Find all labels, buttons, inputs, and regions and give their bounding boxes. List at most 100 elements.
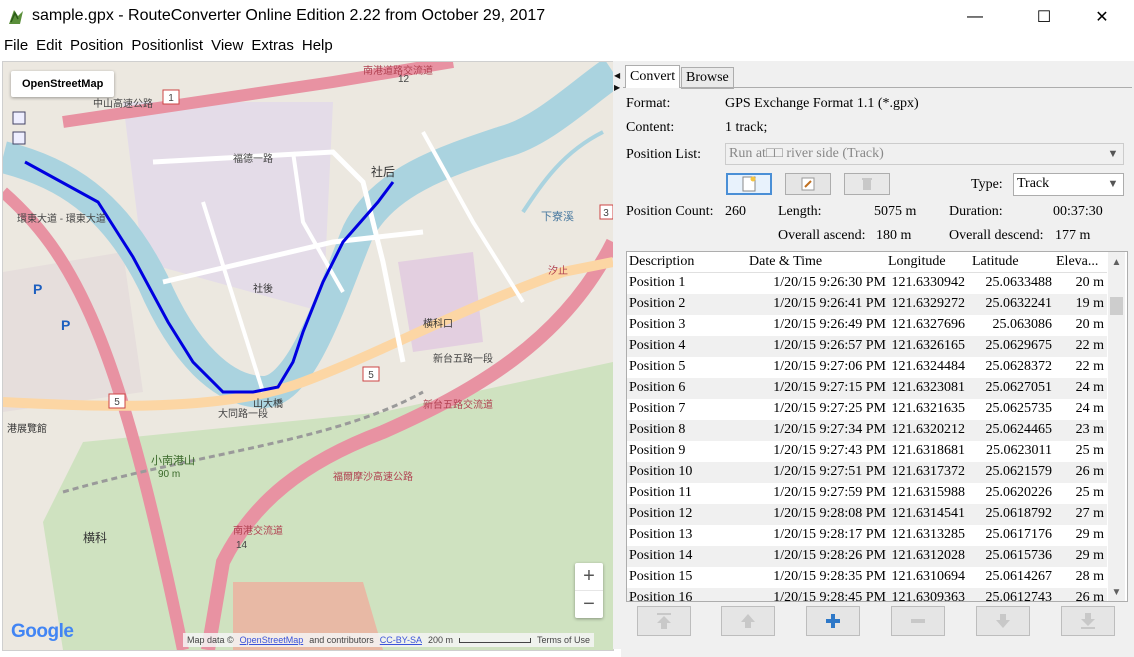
position-list-label: Position List:	[626, 147, 702, 162]
type-select[interactable]: Track ▼	[1013, 173, 1124, 196]
maximize-button[interactable]: ☐	[1021, 0, 1067, 33]
table-row[interactable]: Position 4 1/20/15 9:26:57 PM 121.6326165 2…	[627, 336, 1107, 357]
move-down-button[interactable]	[976, 606, 1030, 636]
cell-elevation: 25 m	[1075, 485, 1104, 500]
cell-longitude: 121.6313285	[891, 527, 966, 542]
minus-icon	[911, 619, 925, 623]
ascend-value: 180 m	[876, 228, 912, 243]
table-row[interactable]: Position 12 1/20/15 9:28:08 PM 121.6314541…	[627, 504, 1107, 525]
cell-elevation: 26 m	[1075, 464, 1104, 479]
cell-description: Position 14	[629, 548, 693, 563]
scroll-down-icon[interactable]: ▼	[1108, 584, 1125, 601]
cell-description: Position 6	[629, 380, 686, 395]
table-row[interactable]: Position 16 1/20/15 9:28:45 PM 121.6309363…	[627, 588, 1107, 601]
splitter-arrow-right-icon[interactable]: ▶	[614, 83, 620, 92]
terms-link[interactable]: Terms of Use	[537, 635, 590, 645]
convert-panel: Convert Browse Format: GPS Exchange Form…	[621, 61, 1134, 657]
cell-latitude: 25.0629675	[985, 338, 1053, 353]
positions-table[interactable]: Description Date & Time Longitude Latitu…	[626, 251, 1128, 602]
menu-position[interactable]: Position	[66, 35, 127, 57]
table-row[interactable]: Position 13 1/20/15 9:28:17 PM 121.6313285…	[627, 525, 1107, 546]
length-value: 5075 m	[874, 204, 917, 219]
table-row[interactable]: Position 5 1/20/15 9:27:06 PM 121.6324484 2…	[627, 357, 1107, 378]
map-label-place11: 横科口	[423, 317, 453, 330]
cell-date-time: 1/20/15 9:28:26 PM	[773, 548, 886, 563]
add-position-button[interactable]	[806, 606, 860, 636]
table-row[interactable]: Position 9 1/20/15 9:27:43 PM 121.6318681 2…	[627, 441, 1107, 462]
cell-elevation: 25 m	[1075, 443, 1104, 458]
splitter-arrow-left-icon[interactable]: ◀	[614, 71, 620, 80]
zoom-in-button[interactable]: +	[575, 563, 603, 590]
map-scale: 200 m	[427, 635, 453, 645]
column-longitude[interactable]: Longitude	[888, 254, 946, 270]
content-label: Content:	[626, 120, 675, 135]
new-position-list-button[interactable]	[726, 173, 772, 195]
column-elevation[interactable]: Eleva...	[1056, 254, 1098, 270]
cell-latitude: 25.063086	[992, 317, 1053, 332]
move-to-top-button[interactable]	[637, 606, 691, 636]
position-list-value: Run at□□ river side (Track)	[729, 146, 884, 161]
cell-description: Position 11	[629, 485, 692, 500]
license-link[interactable]: CC-BY-SA	[380, 635, 422, 645]
menu-help[interactable]: Help	[298, 35, 337, 57]
format-label: Format:	[626, 96, 671, 111]
map-canvas[interactable]: 1 5 5 3 南港道路交流道 12 環東大道 - 環東大道 中山高速公路 福德…	[3, 62, 613, 650]
map-view[interactable]: 1 5 5 3 南港道路交流道 12 環東大道 - 環東大道 中山高速公路 福德…	[2, 61, 614, 651]
move-to-bottom-button[interactable]	[1061, 606, 1115, 636]
tab-convert[interactable]: Convert	[625, 65, 681, 88]
osm-link[interactable]: OpenStreetMap	[240, 635, 304, 645]
cell-latitude: 25.0614267	[985, 569, 1053, 584]
table-row[interactable]: Position 11 1/20/15 9:27:59 PM 121.6315988…	[627, 483, 1107, 504]
menu-extras[interactable]: Extras	[247, 35, 298, 57]
menu-positionlist[interactable]: Positionlist	[127, 35, 207, 57]
map-type-button[interactable]: OpenStreetMap	[11, 71, 115, 97]
zoom-out-button[interactable]: −	[575, 590, 603, 618]
format-value: GPS Exchange Format 1.1 (*.gpx)	[725, 96, 919, 111]
table-row[interactable]: Position 7 1/20/15 9:27:25 PM 121.6321635 2…	[627, 399, 1107, 420]
scroll-up-icon[interactable]: ▲	[1108, 254, 1125, 271]
table-row[interactable]: Position 6 1/20/15 9:27:15 PM 121.6323081 2…	[627, 378, 1107, 399]
minimize-button[interactable]: —	[952, 0, 998, 33]
position-list-select[interactable]: Run at□□ river side (Track) ▼	[725, 143, 1124, 165]
column-description[interactable]: Description	[629, 254, 694, 270]
column-date-time[interactable]: Date & Time	[749, 254, 822, 270]
map-label-place9: 南港交流道	[233, 524, 283, 537]
tab-browse[interactable]: Browse	[681, 67, 734, 89]
cell-date-time: 1/20/15 9:27:06 PM	[773, 359, 886, 374]
menu-view[interactable]: View	[207, 35, 247, 57]
rename-position-list-button[interactable]	[785, 173, 831, 195]
cell-longitude: 121.6326165	[891, 338, 966, 353]
remove-position-button[interactable]	[891, 606, 945, 636]
cell-elevation: 27 m	[1075, 506, 1104, 521]
table-scrollbar[interactable]: ▲ ▼	[1108, 252, 1125, 601]
chevron-down-icon: ▼	[1107, 148, 1119, 160]
move-up-button[interactable]	[721, 606, 775, 636]
length-label: Length:	[778, 204, 822, 219]
table-row[interactable]: Position 1 1/20/15 9:26:30 PM 121.6330942 2…	[627, 273, 1107, 294]
type-value: Track	[1017, 176, 1050, 191]
close-button[interactable]: ✕	[1079, 0, 1125, 33]
title-bar: sample.gpx - RouteConverter Online Editi…	[0, 0, 1134, 33]
table-row[interactable]: Position 3 1/20/15 9:26:49 PM 121.6327696 2…	[627, 315, 1107, 336]
map-label-place2: 社后	[371, 164, 395, 179]
svg-text:5: 5	[114, 397, 120, 408]
cell-latitude: 25.0632241	[985, 296, 1053, 311]
cell-elevation: 19 m	[1075, 296, 1104, 311]
table-row[interactable]: Position 2 1/20/15 9:26:41 PM 121.6329272 2…	[627, 294, 1107, 315]
delete-position-list-button[interactable]	[844, 173, 890, 195]
table-row[interactable]: Position 10 1/20/15 9:27:51 PM 121.6317372…	[627, 462, 1107, 483]
column-latitude[interactable]: Latitude	[972, 254, 1019, 270]
cell-longitude: 121.6315988	[891, 485, 966, 500]
parking-icon: P	[33, 281, 42, 297]
menu-edit[interactable]: Edit	[32, 35, 66, 57]
menu-file[interactable]: File	[0, 35, 32, 57]
map-label-place8: 90 m	[158, 469, 180, 480]
new-document-icon	[742, 176, 756, 192]
scroll-thumb[interactable]	[1110, 297, 1123, 315]
splitter[interactable]: ◀ ▶	[613, 61, 621, 649]
table-row[interactable]: Position 15 1/20/15 9:28:35 PM 121.6310694…	[627, 567, 1107, 588]
table-row[interactable]: Position 8 1/20/15 9:27:34 PM 121.6320212 2…	[627, 420, 1107, 441]
table-row[interactable]: Position 14 1/20/15 9:28:26 PM 121.6312028…	[627, 546, 1107, 567]
google-logo[interactable]: Google	[11, 621, 74, 643]
cell-latitude: 25.0615736	[985, 548, 1053, 563]
